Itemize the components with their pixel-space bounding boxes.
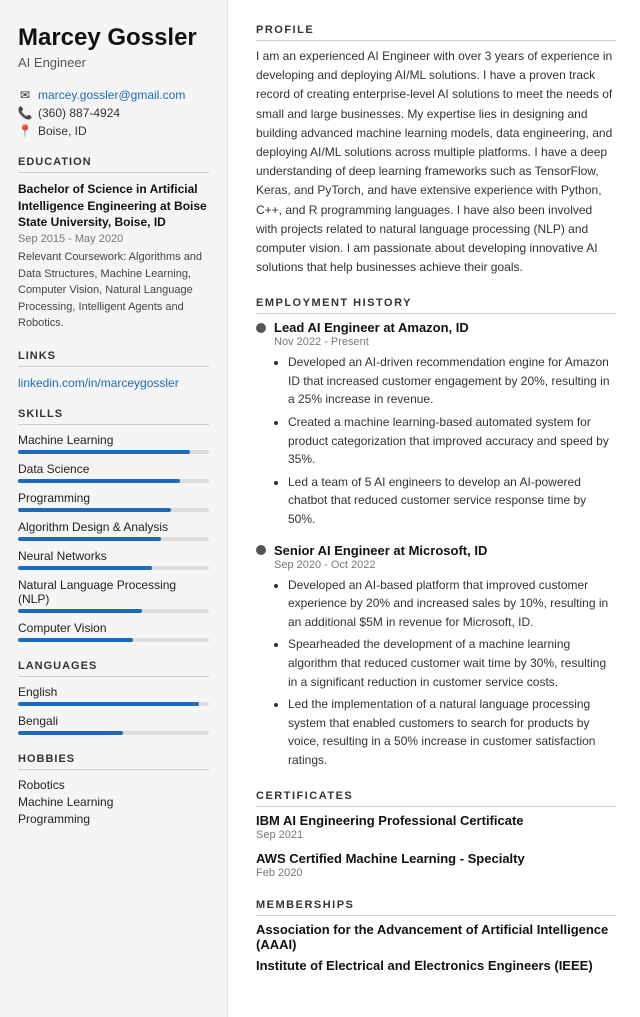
skill-label: Machine Learning xyxy=(18,433,209,447)
membership-name: Institute of Electrical and Electronics … xyxy=(256,958,616,973)
skill-label: Computer Vision xyxy=(18,621,209,635)
profile-section: Profile I am an experienced AI Engineer … xyxy=(256,24,616,277)
language-bar-fill xyxy=(18,731,123,735)
skill-label: Algorithm Design & Analysis xyxy=(18,520,209,534)
hobby-item: Robotics xyxy=(18,778,209,792)
skill-bar-fill xyxy=(18,609,142,613)
hobbies-section-title: Hobbies xyxy=(18,753,209,770)
contact-phone: 📞 (360) 887-4924 xyxy=(18,106,209,120)
language-bar-bg xyxy=(18,702,209,706)
cert-date: Feb 2020 xyxy=(256,867,616,879)
location-icon: 📍 xyxy=(18,124,32,138)
job-bullet: Led the implementation of a natural lang… xyxy=(288,695,616,769)
job-date: Nov 2022 - Present xyxy=(274,336,616,348)
skills-list: Machine Learning Data Science Programmin… xyxy=(18,433,209,642)
skill-bar-bg xyxy=(18,537,209,541)
skill-bar-fill xyxy=(18,450,190,454)
certificates-section: Certificates IBM AI Engineering Professi… xyxy=(256,790,616,879)
job-bullet: Developed an AI-based platform that impr… xyxy=(288,576,616,632)
cert-name: IBM AI Engineering Professional Certific… xyxy=(256,813,616,828)
language-item: Bengali xyxy=(18,714,209,735)
membership-name: Association for the Advancement of Artif… xyxy=(256,922,616,952)
skill-bar-fill xyxy=(18,566,152,570)
candidate-name: Marcey Gossler xyxy=(18,24,209,53)
job-bullets: Developed an AI-driven recommendation en… xyxy=(274,353,616,528)
employment-section-title: Employment History xyxy=(256,297,616,314)
job-date: Sep 2020 - Oct 2022 xyxy=(274,559,616,571)
skills-section-title: Skills xyxy=(18,408,209,425)
cert-entry: AWS Certified Machine Learning - Special… xyxy=(256,851,616,879)
email-link[interactable]: marcey.gossler@gmail.com xyxy=(38,88,185,102)
cert-name: AWS Certified Machine Learning - Special… xyxy=(256,851,616,866)
hobby-item: Programming xyxy=(18,812,209,826)
contact-location: 📍 Boise, ID xyxy=(18,124,209,138)
language-bar-bg xyxy=(18,731,209,735)
links-section-title: Links xyxy=(18,350,209,367)
job-entry: Senior AI Engineer at Microsoft, ID Sep … xyxy=(256,543,616,770)
memberships-list: Association for the Advancement of Artif… xyxy=(256,922,616,973)
hobby-item: Machine Learning xyxy=(18,795,209,809)
job-title: Lead AI Engineer at Amazon, ID xyxy=(256,320,616,335)
job-dot xyxy=(256,545,266,555)
skill-bar-fill xyxy=(18,479,180,483)
education-coursework: Relevant Coursework: Algorithms and Data… xyxy=(18,249,209,332)
certificates-section-title: Certificates xyxy=(256,790,616,807)
skill-item: Computer Vision xyxy=(18,621,209,642)
skill-bar-bg xyxy=(18,450,209,454)
linkedin-link[interactable]: linkedin.com/in/marceygossler xyxy=(18,376,179,390)
cert-date: Sep 2021 xyxy=(256,829,616,841)
language-item: English xyxy=(18,685,209,706)
skill-item: Natural Language Processing (NLP) xyxy=(18,578,209,613)
jobs-list: Lead AI Engineer at Amazon, ID Nov 2022 … xyxy=(256,320,616,769)
main-content: Profile I am an experienced AI Engineer … xyxy=(228,0,640,1017)
job-bullets: Developed an AI-based platform that impr… xyxy=(274,576,616,770)
skill-item: Neural Networks xyxy=(18,549,209,570)
languages-list: English Bengali xyxy=(18,685,209,735)
email-icon: ✉ xyxy=(18,88,32,102)
skill-label: Data Science xyxy=(18,462,209,476)
skill-label: Programming xyxy=(18,491,209,505)
contact-email: ✉ marcey.gossler@gmail.com xyxy=(18,88,209,102)
skill-bar-bg xyxy=(18,508,209,512)
skill-label: Natural Language Processing (NLP) xyxy=(18,578,209,606)
hobbies-list: Robotics Machine Learning Programming xyxy=(18,778,209,826)
job-bullet: Led a team of 5 AI engineers to develop … xyxy=(288,473,616,529)
skill-bar-fill xyxy=(18,508,171,512)
phone-icon: 📞 xyxy=(18,106,32,120)
skill-item: Algorithm Design & Analysis xyxy=(18,520,209,541)
profile-section-title: Profile xyxy=(256,24,616,41)
education-section-title: Education xyxy=(18,156,209,173)
skill-bar-bg xyxy=(18,479,209,483)
skill-item: Programming xyxy=(18,491,209,512)
language-label: Bengali xyxy=(18,714,209,728)
certs-list: IBM AI Engineering Professional Certific… xyxy=(256,813,616,879)
skill-bar-bg xyxy=(18,638,209,642)
job-bullet: Spearheaded the development of a machine… xyxy=(288,635,616,691)
sidebar: Marcey Gossler AI Engineer ✉ marcey.goss… xyxy=(0,0,228,1017)
job-title: Senior AI Engineer at Microsoft, ID xyxy=(256,543,616,558)
education-date: Sep 2015 - May 2020 xyxy=(18,233,209,245)
candidate-title: AI Engineer xyxy=(18,55,209,70)
employment-section: Employment History Lead AI Engineer at A… xyxy=(256,297,616,769)
job-bullet: Developed an AI-driven recommendation en… xyxy=(288,353,616,409)
education-degree: Bachelor of Science in Artificial Intell… xyxy=(18,181,209,231)
cert-entry: IBM AI Engineering Professional Certific… xyxy=(256,813,616,841)
coursework-label: Relevant Coursework: xyxy=(18,251,129,263)
job-entry: Lead AI Engineer at Amazon, ID Nov 2022 … xyxy=(256,320,616,528)
memberships-section-title: Memberships xyxy=(256,899,616,916)
skill-label: Neural Networks xyxy=(18,549,209,563)
skill-item: Machine Learning xyxy=(18,433,209,454)
language-bar-fill xyxy=(18,702,199,706)
job-bullet: Created a machine learning-based automat… xyxy=(288,413,616,469)
memberships-section: Memberships Association for the Advancem… xyxy=(256,899,616,973)
skill-bar-bg xyxy=(18,609,209,613)
skill-item: Data Science xyxy=(18,462,209,483)
skill-bar-bg xyxy=(18,566,209,570)
language-label: English xyxy=(18,685,209,699)
skill-bar-fill xyxy=(18,638,133,642)
profile-text: I am an experienced AI Engineer with ove… xyxy=(256,47,616,277)
skill-bar-fill xyxy=(18,537,161,541)
languages-section-title: Languages xyxy=(18,660,209,677)
job-dot xyxy=(256,323,266,333)
